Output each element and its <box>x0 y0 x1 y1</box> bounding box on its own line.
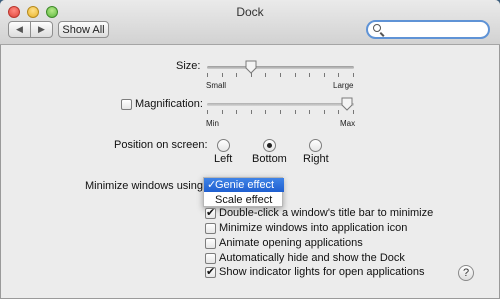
position-bottom-label: Bottom <box>252 153 287 165</box>
slider-tick <box>280 110 281 114</box>
menu-item-genie-effect[interactable]: ✓ Genie effect <box>204 178 284 192</box>
minimize-effect-menu[interactable]: ✓ Genie effect Scale effect <box>203 177 284 207</box>
search-icon <box>373 24 381 32</box>
slider-tick <box>295 110 296 114</box>
slider-tick <box>280 73 281 77</box>
slider-tick <box>207 73 208 77</box>
magnification-min-label: Min <box>206 119 219 128</box>
search-field[interactable] <box>366 20 490 39</box>
size-slider-ticks <box>207 73 354 77</box>
magnification-slider-ticks <box>207 110 354 114</box>
animate-opening-checkbox[interactable] <box>205 238 216 249</box>
position-bottom-radio[interactable] <box>263 139 276 152</box>
slider-tick <box>265 73 266 77</box>
auto-hide-dock-label: Automatically hide and show the Dock <box>219 252 405 264</box>
auto-hide-dock-checkbox[interactable] <box>205 253 216 264</box>
double-click-minimize-label: Double-click a window's title bar to min… <box>219 207 434 219</box>
slider-tick <box>309 73 310 77</box>
position-right-label: Right <box>303 153 329 165</box>
forward-arrow-icon[interactable]: ▶ <box>31 24 52 35</box>
slider-tick <box>236 73 237 77</box>
slider-tick <box>324 110 325 114</box>
slider-tick <box>353 73 354 77</box>
indicator-lights-label: Show indicator lights for open applicati… <box>219 266 425 278</box>
menu-item-label: Genie effect <box>215 179 275 191</box>
position-right-radio[interactable] <box>309 139 322 152</box>
size-slider-track[interactable] <box>207 66 354 69</box>
minimize-into-icon-label: Minimize windows into application icon <box>219 222 408 234</box>
size-slider-knob[interactable] <box>245 60 257 74</box>
size-min-label: Small <box>206 81 227 90</box>
window-toolbar: Dock ◀ ▶ Show All <box>0 0 500 45</box>
slider-tick <box>338 110 339 114</box>
slider-tick <box>353 110 354 114</box>
minimize-into-icon-checkbox[interactable] <box>205 223 216 234</box>
slider-tick <box>324 73 325 77</box>
slider-tick <box>338 73 339 77</box>
magnification-slider-track[interactable] <box>207 103 354 106</box>
magnification-slider-knob[interactable] <box>341 97 353 111</box>
position-left-label: Left <box>214 153 233 165</box>
position-label: Position on screen: <box>114 139 208 151</box>
double-click-minimize-checkbox[interactable]: ✔ <box>205 208 216 219</box>
slider-tick <box>207 110 208 114</box>
slider-tick <box>222 110 223 114</box>
animate-opening-label: Animate opening applications <box>219 237 363 249</box>
indicator-lights-checkbox[interactable]: ✔ <box>205 267 216 278</box>
magnification-label: Magnification: <box>135 98 203 110</box>
position-left-radio[interactable] <box>217 139 230 152</box>
window-title: Dock <box>236 5 264 19</box>
size-max-label: Large <box>333 81 354 90</box>
slider-tick <box>295 73 296 77</box>
back-forward-control: ◀ ▶ <box>8 21 53 38</box>
back-arrow-icon[interactable]: ◀ <box>9 24 30 35</box>
help-button[interactable]: ? <box>458 265 474 281</box>
minimize-label: Minimize windows using <box>85 180 203 192</box>
menu-item-label: Scale effect <box>215 194 273 206</box>
search-input[interactable] <box>384 22 484 37</box>
magnification-max-label: Max <box>340 119 356 128</box>
show-all-button[interactable]: Show All <box>58 21 109 38</box>
magnification-checkbox[interactable] <box>121 99 132 110</box>
slider-tick <box>222 73 223 77</box>
size-label: Size: <box>176 60 201 72</box>
menu-item-scale-effect[interactable]: Scale effect <box>204 193 284 207</box>
slider-tick <box>251 110 252 114</box>
slider-tick <box>236 110 237 114</box>
slider-tick <box>265 110 266 114</box>
dock-preferences-window: Dock ◀ ▶ Show All Size: Small Large Magn… <box>0 0 500 299</box>
slider-tick <box>309 110 310 114</box>
